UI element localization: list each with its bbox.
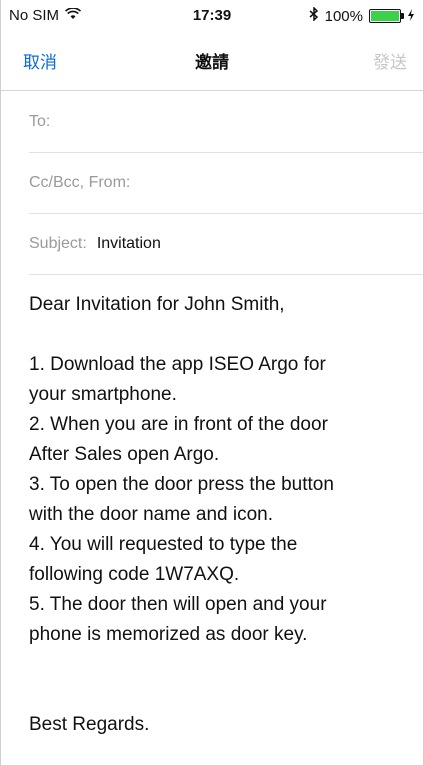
charging-icon — [407, 8, 415, 25]
battery-percentage: 100% — [324, 7, 363, 25]
body-line: 3. To open the door press the button — [29, 474, 334, 495]
body-line: 2. When you are in front of the door — [29, 414, 328, 435]
body-line: your smartphone. — [29, 384, 177, 405]
subject-value: Invitation — [96, 235, 161, 252]
to-label: To: — [29, 113, 51, 130]
body-line: following code 1W7AXQ. — [29, 564, 240, 585]
to-field[interactable]: To: — [29, 92, 423, 153]
send-button[interactable]: 發送 — [373, 48, 407, 73]
cc-bcc-from-field[interactable]: Cc/Bcc, From: — [29, 153, 423, 214]
mail-compose-screen: No SIM 17:39 100% 取消 邀請 發送 To: Cc/Bcc, F… — [0, 0, 424, 765]
message-body[interactable]: Dear Invitation for John Smith, 1. Downl… — [29, 290, 403, 740]
body-line: phone is memorized as door key. — [29, 624, 308, 645]
battery-icon — [369, 9, 404, 23]
body-line: with the door name and icon. — [29, 504, 273, 525]
body-line: 4. You will requested to type the — [29, 534, 298, 555]
page-title: 邀請 — [195, 53, 229, 72]
body-closing: Best Regards. — [29, 714, 150, 735]
body-line: 1. Download the app ISEO Argo for — [29, 354, 326, 375]
bluetooth-icon — [309, 6, 319, 25]
body-line: 5. The door then will open and your — [29, 594, 327, 615]
body-line: After Sales open Argo. — [29, 444, 220, 465]
navigation-bar: 取消 邀請 發送 — [1, 28, 423, 91]
subject-label: Subject: — [29, 235, 87, 252]
body-greeting: Dear Invitation for John Smith, — [29, 294, 285, 315]
cc-bcc-from-label: Cc/Bcc, From: — [29, 174, 131, 191]
status-bar: No SIM 17:39 100% — [1, 0, 423, 28]
subject-field[interactable]: Subject: Invitation — [29, 214, 423, 275]
